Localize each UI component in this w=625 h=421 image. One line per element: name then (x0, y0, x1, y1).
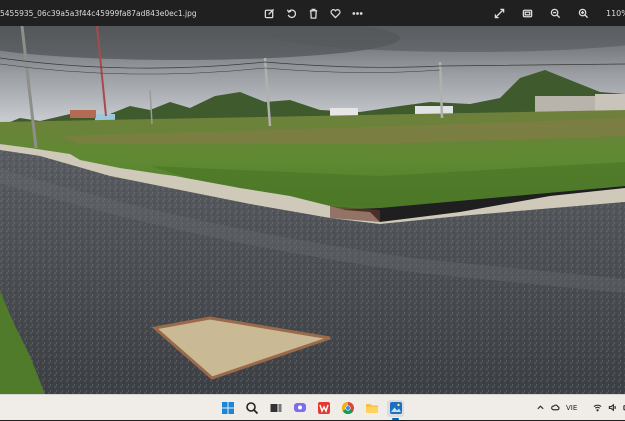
zoom-out-icon[interactable] (548, 6, 562, 20)
windows-start-icon[interactable] (219, 400, 236, 417)
favorite-icon[interactable] (328, 6, 342, 20)
edit-icon[interactable] (262, 6, 276, 20)
wps-icon[interactable] (315, 400, 332, 417)
wifi-icon[interactable] (593, 403, 602, 414)
system-tray: VIE (536, 395, 625, 421)
fit-icon[interactable] (520, 6, 534, 20)
photos-icon[interactable] (387, 399, 404, 420)
volume-icon[interactable] (608, 403, 617, 414)
title-bar: 5455935_06c39a5a3f44c45999fa87ad843e0ec1… (0, 0, 625, 26)
fullscreen-icon[interactable] (492, 6, 506, 20)
file-explorer-icon[interactable] (363, 400, 380, 417)
rotate-icon[interactable] (284, 6, 298, 20)
chrome-icon[interactable] (339, 400, 356, 417)
zoom-in-icon[interactable] (576, 6, 590, 20)
taskbar-apps (219, 395, 404, 421)
chevron-up-icon[interactable] (536, 403, 545, 414)
cloud-sync-icon[interactable] (551, 403, 560, 414)
chat-icon[interactable] (291, 400, 308, 417)
right-toolbar: 110% (492, 0, 625, 26)
file-name: 5455935_06c39a5a3f44c45999fa87ad843e0ec1… (0, 8, 197, 18)
landscape-photo (0, 26, 625, 394)
task-view-icon[interactable] (267, 400, 284, 417)
more-icon[interactable] (350, 6, 364, 20)
zoom-level[interactable]: 110% (606, 9, 625, 18)
center-toolbar (262, 0, 364, 26)
language-indicator[interactable]: VIE (566, 404, 577, 412)
search-icon[interactable] (243, 400, 260, 417)
delete-icon[interactable] (306, 6, 320, 20)
taskbar: VIE (0, 394, 625, 420)
photo-view[interactable] (0, 26, 625, 394)
